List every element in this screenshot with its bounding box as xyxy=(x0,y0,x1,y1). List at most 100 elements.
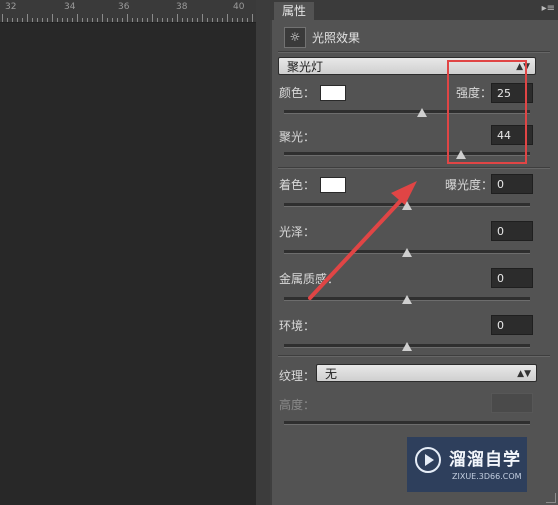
ruler-tick xyxy=(187,18,188,22)
panel-edge xyxy=(270,20,272,505)
ruler-tick xyxy=(182,18,183,22)
ruler-tick xyxy=(82,18,83,22)
ruler-tick xyxy=(102,14,103,22)
ruler-tick xyxy=(7,18,8,22)
ruler-tick xyxy=(152,14,153,22)
metallic-slider-thumb[interactable] xyxy=(402,295,412,304)
divider xyxy=(278,355,550,357)
horizontal-ruler: 32 34 36 38 40 xyxy=(0,0,256,23)
color-swatch[interactable] xyxy=(320,85,346,101)
ruler-tick xyxy=(212,18,213,22)
watermark-name: 溜溜自学 xyxy=(449,450,521,470)
tint-swatch[interactable] xyxy=(320,177,346,193)
panel-menu-icon[interactable]: ▸≡ xyxy=(542,3,555,15)
ambience-slider-thumb[interactable] xyxy=(402,342,412,351)
ruler-tick xyxy=(242,18,243,22)
ruler-tick xyxy=(162,18,163,22)
annotation-highlight-box xyxy=(447,60,527,164)
ruler-tick xyxy=(122,18,123,22)
ruler-tick xyxy=(52,14,53,22)
ruler-label: 32 xyxy=(5,2,17,12)
ruler-label: 40 xyxy=(233,2,245,12)
panel-gutter xyxy=(256,0,270,505)
canvas-area[interactable]: 32 34 36 38 40 xyxy=(0,0,256,505)
ruler-tick xyxy=(217,18,218,22)
ruler-tick xyxy=(12,18,13,22)
ruler-tick xyxy=(197,18,198,22)
ruler-tick xyxy=(97,18,98,22)
chevron-updown-icon: ▲▼ xyxy=(517,369,531,379)
tint-label: 着色： xyxy=(279,178,316,192)
resize-grip-icon[interactable] xyxy=(546,493,556,503)
gloss-slider-thumb[interactable] xyxy=(402,248,412,257)
ruler-tick xyxy=(172,18,173,22)
ruler-label: 34 xyxy=(64,2,76,12)
ruler-tick xyxy=(132,18,133,22)
divider xyxy=(278,51,550,53)
ruler-tick xyxy=(62,18,63,22)
effect-title: 光照效果 xyxy=(312,31,361,45)
tab-properties[interactable]: 属性 xyxy=(274,2,315,20)
ruler-label: 38 xyxy=(176,2,188,12)
ambience-label: 环境： xyxy=(279,319,316,333)
ruler-tick xyxy=(227,14,228,22)
gloss-field[interactable]: 0 xyxy=(491,221,533,241)
ruler-tick xyxy=(27,14,28,22)
ruler-tick xyxy=(232,18,233,22)
height-field[interactable] xyxy=(491,393,533,413)
gloss-label: 光泽： xyxy=(279,225,316,239)
ruler-tick xyxy=(192,18,193,22)
ruler-tick xyxy=(177,14,178,22)
ruler-tick xyxy=(42,18,43,22)
ruler-tick xyxy=(87,18,88,22)
ruler-tick xyxy=(22,18,23,22)
ruler-tick xyxy=(142,18,143,22)
texture-select[interactable]: 无 ▲▼ xyxy=(316,364,537,382)
hotspot-label: 聚光： xyxy=(279,130,316,144)
exposure-slider-thumb[interactable] xyxy=(402,201,412,210)
exposure-field[interactable]: 0 xyxy=(491,174,533,194)
ruler-tick xyxy=(252,14,253,22)
ruler-tick xyxy=(92,18,93,22)
ruler-tick xyxy=(147,18,148,22)
ruler-tick xyxy=(207,18,208,22)
ruler-tick xyxy=(17,18,18,22)
ruler-tick xyxy=(77,14,78,22)
ruler-tick xyxy=(2,14,3,22)
ruler-tick xyxy=(137,18,138,22)
ruler-tick xyxy=(107,18,108,22)
ruler-tick xyxy=(167,18,168,22)
metallic-field[interactable]: 0 xyxy=(491,268,533,288)
ruler-tick xyxy=(72,18,73,22)
lighting-effect-icon: ☼ xyxy=(284,27,306,48)
watermark-logo: 溜溜自学 ZIXUE.3D66.COM xyxy=(407,437,527,492)
ruler-tick xyxy=(67,18,68,22)
ruler-tick xyxy=(127,14,128,22)
ruler-tick xyxy=(222,18,223,22)
play-icon xyxy=(415,447,441,473)
ruler-tick xyxy=(237,18,238,22)
ruler-tick xyxy=(202,14,203,22)
exposure-label: 曝光度： xyxy=(445,178,494,192)
metallic-label: 金属质感： xyxy=(279,272,340,286)
ruler-tick xyxy=(112,18,113,22)
divider xyxy=(278,167,550,169)
color-label: 颜色： xyxy=(279,86,316,100)
ruler-label: 36 xyxy=(118,2,130,12)
ruler-tick xyxy=(157,18,158,22)
ruler-tick xyxy=(117,18,118,22)
texture-value: 无 xyxy=(325,367,338,381)
light-type-value: 聚光灯 xyxy=(287,60,324,74)
ruler-tick xyxy=(37,18,38,22)
ruler-tick xyxy=(32,18,33,22)
ruler-tick xyxy=(57,18,58,22)
watermark-url: ZIXUE.3D66.COM xyxy=(452,472,522,481)
ruler-tick xyxy=(47,18,48,22)
texture-label: 纹理： xyxy=(279,369,316,383)
intensity-slider-thumb[interactable] xyxy=(416,108,427,117)
panel-tab-bar: 属性 ▸≡ xyxy=(270,0,558,20)
ambience-field[interactable]: 0 xyxy=(491,315,533,335)
height-slider[interactable] xyxy=(284,421,530,425)
ruler-tick xyxy=(247,18,248,22)
height-label: 高度： xyxy=(279,398,316,412)
